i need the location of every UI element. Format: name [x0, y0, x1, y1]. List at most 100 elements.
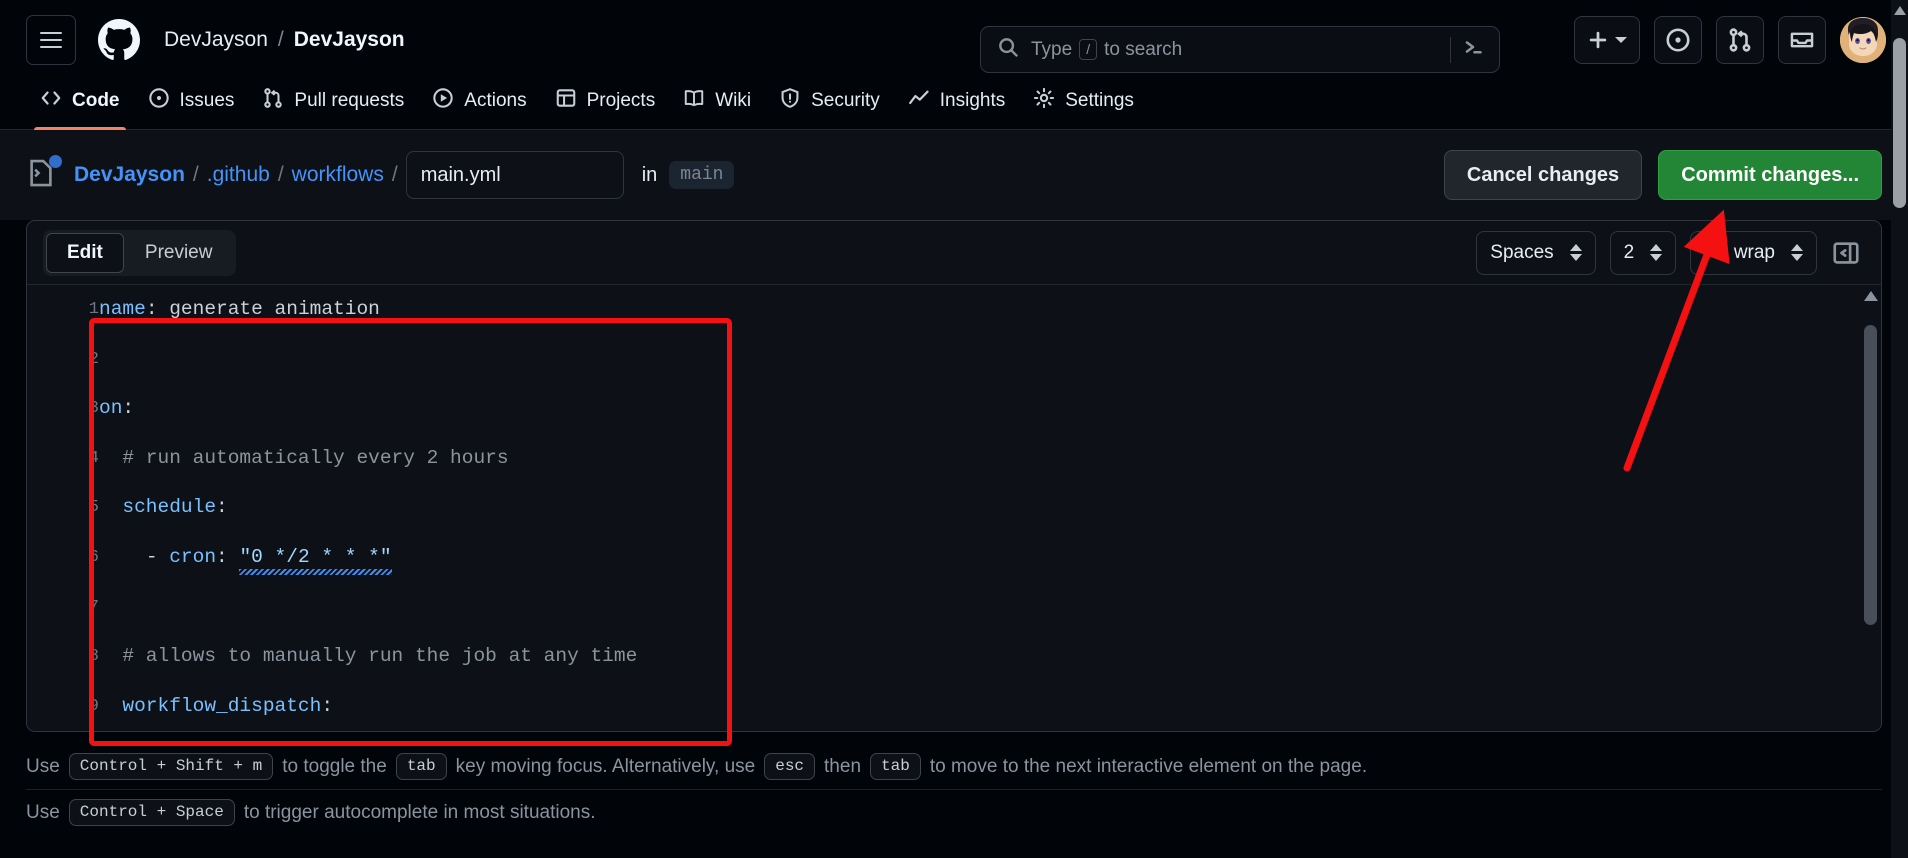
path-segment-workflows[interactable]: workflows: [292, 163, 384, 187]
tab-label: Security: [811, 90, 880, 111]
window-scrollbar[interactable]: [1891, 0, 1908, 858]
tab-insights[interactable]: Insights: [894, 87, 1019, 129]
commit-changes-button[interactable]: Commit changes...: [1658, 150, 1882, 200]
code-line: 9 workflow_dispatch:: [27, 682, 1881, 731]
code-token: # run automatically every 2 hours: [99, 446, 509, 469]
code-line: 2: [27, 335, 1881, 385]
wrap-mode-value: No wrap: [1704, 241, 1775, 263]
tab-label: Code: [72, 90, 120, 111]
github-logo-icon[interactable]: [98, 19, 140, 61]
code-line: 4 # run automatically every 2 hours: [27, 434, 1881, 484]
editor-scrollbar[interactable]: [1864, 291, 1878, 727]
scrollbar-thumb[interactable]: [1864, 325, 1877, 625]
line-content[interactable]: # run automatically every 2 hours: [99, 434, 1881, 484]
line-content[interactable]: workflow_dispatch:: [99, 682, 1881, 731]
terminal-icon[interactable]: [1461, 35, 1485, 64]
line-number: 4: [88, 448, 99, 468]
tab-label: Pull requests: [294, 90, 405, 111]
tab-issues[interactable]: Issues: [134, 87, 249, 129]
file-editor-panel: Edit Preview Spaces 2 No wrap 1 name: ge…: [26, 220, 1882, 732]
play-icon: [432, 87, 454, 115]
path-segment-owner[interactable]: DevJayson: [74, 163, 185, 187]
indent-mode-select[interactable]: Spaces: [1476, 230, 1596, 275]
hamburger-icon[interactable]: [26, 15, 76, 65]
filename-input[interactable]: [405, 151, 624, 199]
keyboard-shortcut: Control + Shift + m: [68, 753, 274, 780]
tab-label: Insights: [939, 90, 1006, 111]
create-new-button[interactable]: [1574, 16, 1640, 64]
code-line: 8 # allows to manually run the job at an…: [27, 632, 1881, 682]
line-content[interactable]: - cron: "0 */2 * * *": [99, 533, 1881, 583]
file-actions: Cancel changes Commit changes...: [1443, 150, 1882, 200]
line-content[interactable]: on:: [99, 384, 1881, 434]
hint-row: Use Control + Space to trigger autocomplet…: [26, 789, 1882, 835]
tab-security[interactable]: Security: [765, 87, 894, 129]
editor-toolbar: Edit Preview Spaces 2 No wrap: [27, 221, 1881, 285]
line-number: 2: [88, 349, 99, 369]
pull-requests-button[interactable]: [1716, 16, 1764, 64]
file-path-breadcrumb: DevJayson / .github / workflows /: [74, 163, 398, 187]
search-icon: [997, 36, 1019, 63]
wrap-mode-select[interactable]: No wrap: [1690, 230, 1817, 275]
tab-projects[interactable]: Projects: [541, 87, 670, 129]
code-token: :: [145, 298, 158, 320]
line-content[interactable]: [99, 335, 1881, 385]
search-input[interactable]: Type / to search: [980, 26, 1500, 73]
tab-actions[interactable]: Actions: [418, 87, 540, 129]
breadcrumb-repo[interactable]: DevJayson: [294, 28, 405, 52]
line-number: 5: [88, 498, 99, 518]
code-line: 7: [27, 583, 1881, 633]
tab-edit[interactable]: Edit: [46, 232, 124, 273]
hint-text: Use: [26, 801, 60, 823]
chevron-down-icon: [1615, 37, 1627, 43]
in-label: in: [641, 163, 658, 186]
code-lines-table: 1 name: generate animation 2 3 on: 4 # run a…: [27, 285, 1881, 732]
scroll-up-arrow-icon[interactable]: [1864, 291, 1878, 301]
breadcrumb-separator: /: [277, 28, 284, 51]
hamburger-bar: [40, 39, 62, 41]
sidebar-expand-icon[interactable]: [1831, 236, 1865, 270]
code-token: :: [216, 496, 228, 519]
hint-text: key moving focus. Alternatively, use: [455, 755, 756, 777]
unsaved-indicator-dot: [49, 155, 62, 168]
code-scroll-region[interactable]: 1 name: generate animation 2 3 on: 4 # run a…: [27, 285, 1881, 732]
tab-code[interactable]: Code: [26, 87, 134, 130]
hint-text: then: [824, 755, 862, 777]
notifications-button[interactable]: [1778, 16, 1826, 64]
avatar[interactable]: [1840, 17, 1886, 63]
breadcrumb: DevJayson / DevJayson: [164, 28, 405, 52]
tab-label: Projects: [586, 90, 656, 111]
hint-text: to toggle the: [282, 755, 387, 777]
window-scrollbar-thumb[interactable]: [1893, 38, 1906, 208]
line-content[interactable]: name: generate animation: [99, 285, 1881, 335]
code-line: 1 name: generate animation: [27, 285, 1881, 335]
tab-wiki[interactable]: Wiki: [669, 87, 765, 129]
tab-settings[interactable]: Settings: [1019, 87, 1148, 129]
search-placeholder-head: Type: [1031, 38, 1073, 60]
tab-label: Issues: [179, 90, 235, 111]
line-content[interactable]: [99, 583, 1881, 633]
code-editor[interactable]: 1 name: generate animation 2 3 on: 4 # run a…: [27, 285, 1881, 732]
line-content[interactable]: schedule:: [99, 483, 1881, 533]
keyboard-shortcut: tab: [395, 753, 447, 780]
cancel-changes-button[interactable]: Cancel changes: [1443, 150, 1643, 200]
line-content[interactable]: [99, 731, 1881, 732]
line-content[interactable]: # allows to manually run the job at any …: [99, 632, 1881, 682]
file-header-bar: DevJayson / .github / workflows / in mai…: [0, 130, 1908, 220]
editor-help-hints: Use Control + Shift + m to toggle the tab ke…: [0, 732, 1908, 835]
scroll-up-arrow-icon[interactable]: [1894, 6, 1906, 15]
code-line: 3 on:: [27, 384, 1881, 434]
indent-size-select[interactable]: 2: [1609, 230, 1677, 275]
line-number: 6: [88, 547, 99, 567]
code-token: -: [145, 545, 170, 568]
indent-mode-value: Spaces: [1490, 241, 1554, 263]
tab-preview[interactable]: Preview: [124, 233, 234, 273]
path-slash: /: [192, 163, 199, 186]
file-edit-icon: [26, 155, 62, 192]
breadcrumb-owner[interactable]: DevJayson: [164, 28, 268, 52]
path-segment-github[interactable]: .github: [207, 163, 270, 187]
issues-button[interactable]: [1654, 16, 1702, 64]
tab-pull-requests[interactable]: Pull requests: [248, 87, 418, 129]
hamburger-bar: [40, 46, 62, 48]
